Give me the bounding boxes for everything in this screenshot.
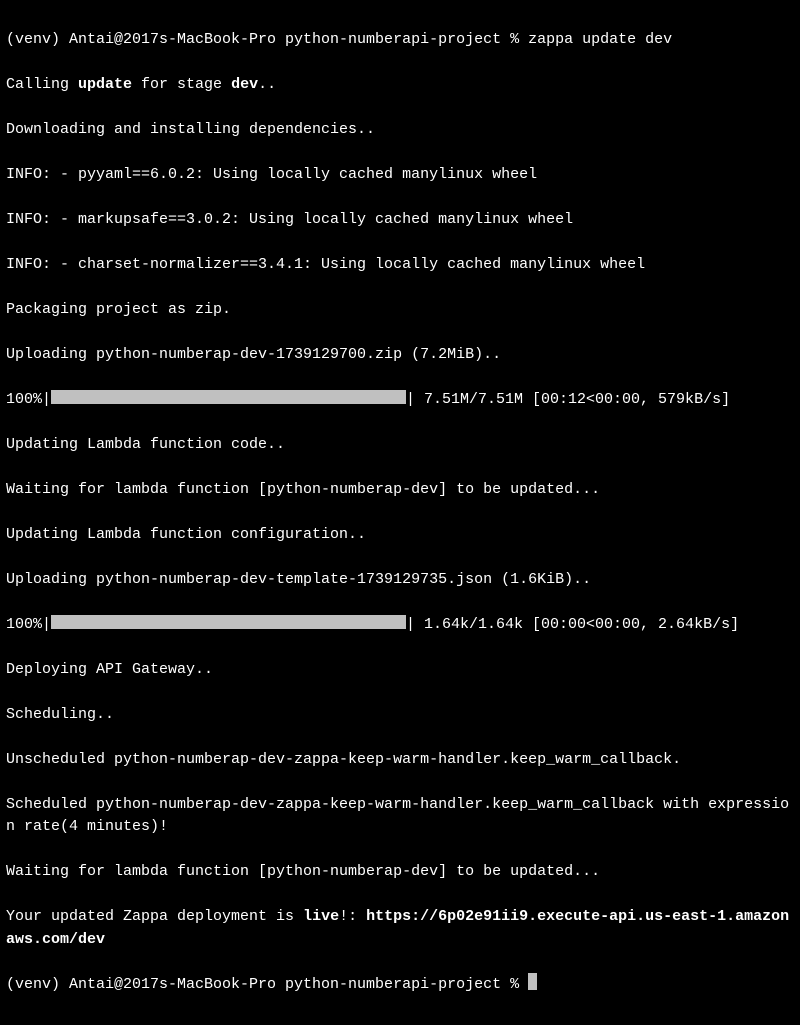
update-keyword: update: [78, 76, 132, 93]
command-text: zappa update dev: [528, 31, 672, 48]
output-line: Deploying API Gateway..: [6, 659, 794, 682]
progress-stats: | 1.64k/1.64k [00:00<00:00, 2.64kB/s]: [406, 616, 739, 633]
stage-name: dev: [231, 76, 258, 93]
output-line: INFO: - markupsafe==3.0.2: Using locally…: [6, 209, 794, 232]
progress-stats: | 7.51M/7.51M [00:12<00:00, 579kB/s]: [406, 391, 730, 408]
output-line: Downloading and installing dependencies.…: [6, 119, 794, 142]
progress-line-2: 100%| | 1.64k/1.64k [00:00<00:00, 2.64kB/…: [6, 614, 794, 637]
text: ..: [258, 76, 276, 93]
output-line: Waiting for lambda function [python-numb…: [6, 861, 794, 884]
output-line: Updating Lambda function configuration..: [6, 524, 794, 547]
output-line: Uploading python-numberap-dev-template-1…: [6, 569, 794, 592]
prompt-prefix: (venv) Antai@2017s-MacBook-Pro python-nu…: [6, 31, 528, 48]
progress-percent: 100%|: [6, 391, 51, 408]
progress-bar-fill: [51, 615, 406, 629]
output-line: INFO: - pyyaml==6.0.2: Using locally cac…: [6, 164, 794, 187]
progress-bar-fill: [51, 390, 406, 404]
output-line: Scheduled python-numberap-dev-zappa-keep…: [6, 794, 794, 839]
output-line: Scheduling..: [6, 704, 794, 727]
progress-percent: 100%|: [6, 616, 51, 633]
prompt-line-2: (venv) Antai@2017s-MacBook-Pro python-nu…: [6, 974, 794, 997]
text: !:: [339, 908, 366, 925]
text: Calling: [6, 76, 78, 93]
output-line: Uploading python-numberap-dev-1739129700…: [6, 344, 794, 367]
prompt-line-1: (venv) Antai@2017s-MacBook-Pro python-nu…: [6, 29, 794, 52]
output-line: Waiting for lambda function [python-numb…: [6, 479, 794, 502]
output-line: INFO: - charset-normalizer==3.4.1: Using…: [6, 254, 794, 277]
terminal-output[interactable]: (venv) Antai@2017s-MacBook-Pro python-nu…: [0, 0, 800, 1025]
live-keyword: live: [303, 908, 339, 925]
deployment-live-line: Your updated Zappa deployment is live!: …: [6, 906, 794, 951]
prompt-prefix: (venv) Antai@2017s-MacBook-Pro python-nu…: [6, 976, 528, 993]
text: for stage: [132, 76, 231, 93]
output-line: Unscheduled python-numberap-dev-zappa-ke…: [6, 749, 794, 772]
output-line: Calling update for stage dev..: [6, 74, 794, 97]
output-line: Packaging project as zip.: [6, 299, 794, 322]
output-line: Updating Lambda function code..: [6, 434, 794, 457]
text: Your updated Zappa deployment is: [6, 908, 303, 925]
cursor-icon: [528, 973, 537, 990]
progress-line-1: 100%| | 7.51M/7.51M [00:12<00:00, 579kB/s…: [6, 389, 794, 412]
